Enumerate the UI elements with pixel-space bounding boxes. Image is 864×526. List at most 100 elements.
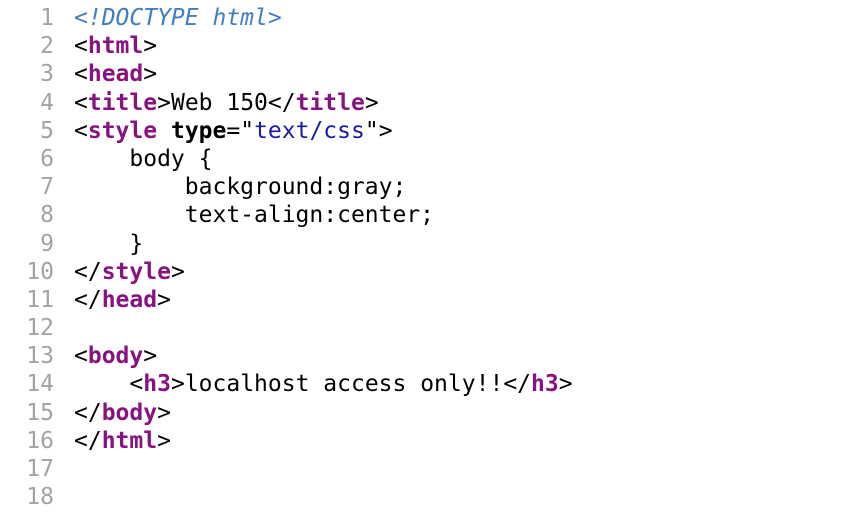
source-line: 8 text-align:center; <box>0 201 864 229</box>
source-line: 15 </body> <box>0 399 864 427</box>
line-number: 7 <box>40 174 54 201</box>
code-token-text: body { <box>74 145 213 172</box>
line-code[interactable]: <html> <box>74 32 864 60</box>
code-token-tag: </ <box>74 286 102 313</box>
code-token-text: Web 150 <box>170 89 268 116</box>
code-token-tagname: body <box>101 399 158 426</box>
source-line: 11 </head> <box>0 286 864 314</box>
line-number: 5 <box>40 117 54 144</box>
source-line: 5 <style type="text/css"> <box>0 117 864 145</box>
code-token-tag: > <box>558 371 573 398</box>
code-token-tagname: h3 <box>143 371 171 398</box>
line-code[interactable]: </head> <box>74 286 864 314</box>
line-code[interactable]: background:gray; <box>74 173 864 201</box>
code-token-text: =" <box>226 117 255 144</box>
source-code-viewer: 1 <!DOCTYPE html> 2 <html> 3 <head> 4 <title>We… <box>0 0 864 526</box>
code-token-tag: </ <box>74 258 102 285</box>
line-number: 11 <box>26 286 54 313</box>
line-number: 3 <box>40 61 54 88</box>
line-code[interactable]: <h3>localhost access only!!</h3> <box>74 370 864 398</box>
line-code[interactable] <box>74 314 864 342</box>
code-token-tagname: h3 <box>531 371 559 398</box>
line-code[interactable]: </body> <box>74 399 864 427</box>
code-token-tag: < <box>129 371 144 398</box>
source-line: 4 <title>Web 150</title> <box>0 89 864 117</box>
code-token-tagname: style <box>87 117 158 144</box>
code-token-tag: < <box>74 89 88 116</box>
line-code[interactable] <box>74 455 864 483</box>
source-line: 18 <box>0 483 864 511</box>
line-code[interactable]: </style> <box>74 258 864 286</box>
source-line: 12 <box>0 314 864 342</box>
line-code[interactable] <box>74 483 864 511</box>
source-line: 6 body { <box>0 145 864 173</box>
code-token-tag: > <box>143 343 158 370</box>
line-code[interactable]: <!DOCTYPE html> <box>74 4 864 32</box>
code-token-tag: </ <box>74 399 102 426</box>
line-code[interactable]: text-align:center; <box>74 201 864 229</box>
line-code[interactable]: </html> <box>74 427 864 455</box>
line-number: 14 <box>26 371 54 398</box>
line-number: 17 <box>26 456 54 482</box>
code-token-tagname: html <box>87 33 144 60</box>
line-number: 18 <box>26 484 54 511</box>
code-token-tag: </ <box>74 427 102 454</box>
code-token-tagname: title <box>87 89 158 116</box>
code-token-tag: > <box>364 89 379 116</box>
code-token-tagname: head <box>101 286 158 313</box>
line-number: 10 <box>26 258 54 285</box>
line-code[interactable]: <body> <box>74 342 864 370</box>
source-line: 16 </html> <box>0 427 864 455</box>
line-code[interactable]: } <box>74 230 864 258</box>
line-number: 6 <box>40 145 54 172</box>
code-token-tag: < <box>74 61 88 88</box>
code-token-tag: > <box>157 399 171 426</box>
code-token-tagname: style <box>101 258 171 285</box>
source-line: 10 </style> <box>0 258 864 286</box>
source-line: 17 <box>0 455 864 483</box>
source-line: 3 <head> <box>0 60 864 88</box>
code-token-tag: > <box>143 61 158 88</box>
line-number: 2 <box>40 33 54 60</box>
line-number: 1 <box>40 5 54 31</box>
code-token-text: " <box>364 117 379 144</box>
source-line: 2 <html> <box>0 32 864 60</box>
code-token-text: } <box>74 230 144 257</box>
line-code[interactable]: <title>Web 150</title> <box>74 89 864 117</box>
code-token-str: text/css <box>254 117 365 144</box>
source-line: 14 <h3>localhost access only!!</h3> <box>0 370 864 398</box>
code-token-tagname: html <box>101 427 158 454</box>
code-token-tagname: title <box>295 89 365 116</box>
line-code[interactable]: <style type="text/css"> <box>74 117 864 145</box>
code-token-tag: < <box>74 343 88 370</box>
code-token-tagname: head <box>87 61 144 88</box>
code-token-tag: </ <box>267 89 296 116</box>
line-number: 9 <box>40 230 54 257</box>
line-number: 12 <box>26 315 54 342</box>
source-line: 9 } <box>0 230 864 258</box>
line-number: 8 <box>40 202 54 229</box>
line-number: 16 <box>26 427 54 454</box>
source-line: 1 <!DOCTYPE html> <box>0 4 864 32</box>
line-number: 4 <box>40 89 54 116</box>
code-token-tag: > <box>143 33 158 60</box>
code-token-tag: > <box>157 89 171 116</box>
code-token-attr: type <box>170 117 227 144</box>
line-code[interactable]: <head> <box>74 60 864 88</box>
line-number: 13 <box>26 343 54 370</box>
source-line: 13 <body> <box>0 342 864 370</box>
code-token-tagname: body <box>87 343 144 370</box>
code-token-tag: > <box>170 371 185 398</box>
code-token-tag: </ <box>503 371 532 398</box>
code-token-tag: > <box>378 117 393 144</box>
line-code[interactable]: body { <box>74 145 864 173</box>
code-token-tag: < <box>74 117 88 144</box>
source-line: 7 background:gray; <box>0 173 864 201</box>
code-token-tag: > <box>170 258 185 285</box>
code-token-doctype: <!DOCTYPE html> <box>74 5 282 31</box>
code-token-tag: > <box>157 427 171 454</box>
code-token-tag: > <box>157 286 171 313</box>
code-token-tag: < <box>74 33 88 60</box>
